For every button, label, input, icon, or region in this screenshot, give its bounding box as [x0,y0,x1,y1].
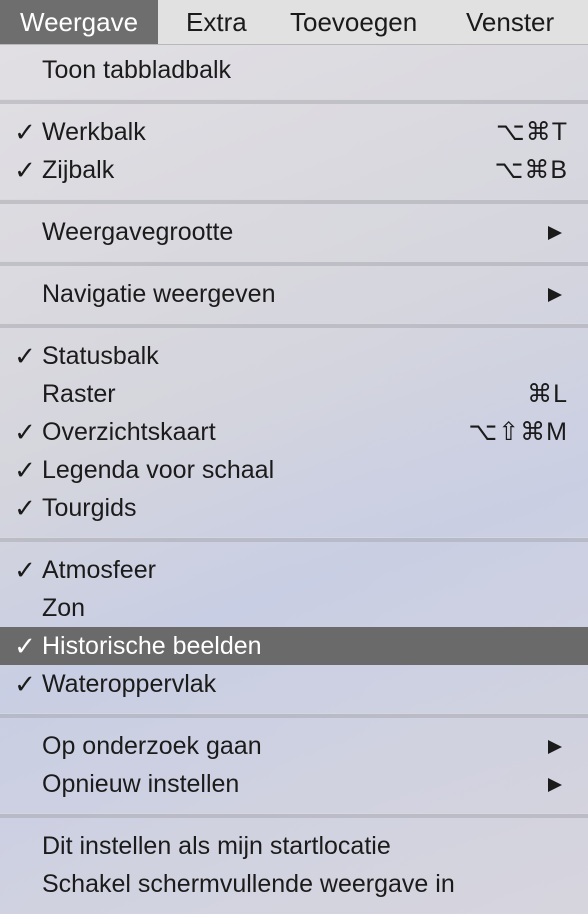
keyboard-shortcut: ⌥⇧⌘M [468,418,568,446]
menu-item-label: Weergavegrootte [42,218,234,246]
menu-item-wateroppervlak[interactable]: ✓ Wateroppervlak [0,665,588,703]
menu-item-label: Atmosfeer [42,556,156,584]
menu-item-zon[interactable]: Zon [0,589,588,627]
menu-item-label: Toon tabbladbalk [42,56,232,84]
checkmark-icon: ✓ [14,669,36,699]
menu-item-historische-beelden[interactable]: ✓ Historische beelden [0,627,588,665]
checkmark-icon: ✓ [14,555,36,585]
menu-item-atmosfeer[interactable]: ✓ Atmosfeer [0,551,588,589]
menu-item-label: Opnieuw instellen [42,770,240,798]
menu-item-statusbalk[interactable]: ✓ Statusbalk [0,337,588,375]
menu-item-label: Zijbalk [42,156,115,184]
checkmark-icon: ✓ [14,631,36,661]
menu-separator [0,199,588,204]
keyboard-shortcut: ⌥⌘B [494,156,568,184]
menu-item-tourgids[interactable]: ✓ Tourgids [0,489,588,527]
menu-item-label: Zon [42,594,86,622]
menu-item-opnieuw-instellen[interactable]: Opnieuw instellen [0,765,588,803]
keyboard-shortcut: ⌘L [527,380,568,408]
submenu-arrow-icon [548,226,562,240]
menu-item-weergavegrootte[interactable]: Weergavegrootte [0,213,588,251]
menu-item-label: Tourgids [42,494,137,522]
menu-item-werkbalk[interactable]: ✓ Werkbalk ⌥⌘T [0,113,588,151]
menu-item-raster[interactable]: Raster ⌘L [0,375,588,413]
menu-separator [0,261,588,266]
checkmark-icon: ✓ [14,117,36,147]
menu-item-label: Dit instellen als mijn startlocatie [42,832,391,860]
menu-bar: Weergave Extra Toevoegen Venster [0,0,588,45]
menubar-item-weergave[interactable]: Weergave [0,0,159,44]
submenu-arrow-icon [548,740,562,754]
submenu-arrow-icon [548,288,562,302]
menu-item-label: Navigatie weergeven [42,280,276,308]
menu-item-legenda-voor-schaal[interactable]: ✓ Legenda voor schaal [0,451,588,489]
checkmark-icon: ✓ [14,493,36,523]
submenu-arrow-icon [548,778,562,792]
menu-item-label: Werkbalk [42,118,146,146]
menu-separator [0,99,588,104]
menu-item-toon-tabbladbalk[interactable]: Toon tabbladbalk [0,51,588,89]
menu-separator [0,713,588,718]
menu-item-label: Schakel schermvullende weergave in [42,870,455,898]
menu-item-label: Raster [42,380,116,408]
menu-item-navigatie-weergeven[interactable]: Navigatie weergeven [0,275,588,313]
checkmark-icon: ✓ [14,341,36,371]
menu-item-label: Statusbalk [42,342,159,370]
menu-separator [0,323,588,328]
keyboard-shortcut: ⌥⌘T [495,118,568,146]
menu-separator [0,813,588,818]
weergave-dropdown-menu: Toon tabbladbalk ✓ Werkbalk ⌥⌘T ✓ Zijbal… [0,45,588,914]
menu-item-startlocatie-instellen[interactable]: Dit instellen als mijn startlocatie [0,827,588,865]
checkmark-icon: ✓ [14,155,36,185]
menu-item-overzichtskaart[interactable]: ✓ Overzichtskaart ⌥⇧⌘M [0,413,588,451]
menu-item-label: Op onderzoek gaan [42,732,262,760]
menubar-item-extra[interactable]: Extra [166,0,267,44]
menu-item-label: Wateroppervlak [42,670,217,698]
menu-item-op-onderzoek-gaan[interactable]: Op onderzoek gaan [0,727,588,765]
menubar-item-venster[interactable]: Venster [446,0,574,44]
menu-item-label: Legenda voor schaal [42,456,275,484]
checkmark-icon: ✓ [14,455,36,485]
menu-item-label: Historische beelden [42,632,262,660]
menubar-item-toevoegen[interactable]: Toevoegen [270,0,437,44]
menu-item-schermvullende-weergave[interactable]: Schakel schermvullende weergave in [0,865,588,903]
checkmark-icon: ✓ [14,417,36,447]
menu-separator [0,537,588,542]
menu-item-label: Overzichtskaart [42,418,216,446]
menu-item-zijbalk[interactable]: ✓ Zijbalk ⌥⌘B [0,151,588,189]
